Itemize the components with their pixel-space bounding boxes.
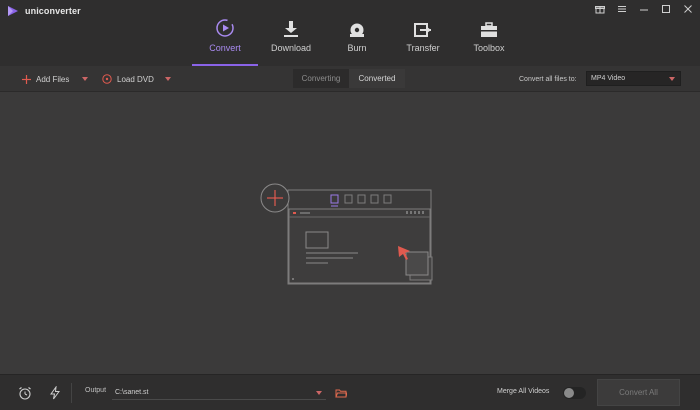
add-files-button[interactable]: Add Files	[22, 66, 89, 92]
download-icon	[284, 21, 298, 37]
tab-burn[interactable]: Burn	[324, 0, 390, 66]
tab-toolbox[interactable]: Toolbox	[456, 0, 522, 66]
burn-icon	[350, 23, 364, 37]
brand: uniconverter	[7, 5, 81, 17]
plus-icon	[22, 74, 31, 84]
chevron-down-icon[interactable]	[316, 391, 322, 395]
app-window: uniconverter Convert Download Burn Trans…	[0, 0, 700, 410]
folder-icon[interactable]	[335, 387, 347, 399]
bottom-bar: Output C:\sanet.st Merge All Videos Conv…	[0, 374, 700, 410]
title-bar: uniconverter Convert Download Burn Trans…	[0, 0, 700, 66]
load-dvd-button[interactable]: Load DVD	[102, 66, 171, 92]
tab-converting[interactable]: Converting	[293, 69, 349, 88]
convert-icon	[216, 19, 234, 37]
main-nav: Convert Download Burn Transfer Toolbox	[192, 0, 522, 66]
toolbar: Add Files Load DVD Converting Converted …	[0, 66, 700, 92]
add-files-illustration[interactable]	[258, 180, 438, 295]
tab-label: Download	[270, 43, 312, 53]
output-label: Output	[85, 387, 107, 394]
transfer-icon	[414, 23, 431, 37]
tab-label: Transfer	[406, 43, 440, 53]
maximize-icon[interactable]	[660, 3, 672, 15]
gift-icon[interactable]	[594, 3, 606, 15]
load-dvd-label: Load DVD	[117, 74, 154, 84]
output-path-field[interactable]: C:\sanet.st	[112, 385, 326, 400]
add-files-label: Add Files	[36, 74, 70, 84]
format-value: MP4 Video	[591, 75, 626, 82]
uniconverter-logo-icon	[8, 6, 18, 16]
minimize-icon[interactable]	[638, 3, 650, 15]
tab-transfer[interactable]: Transfer	[390, 0, 456, 66]
tab-label: Convert	[209, 43, 241, 53]
toggle-knob	[564, 388, 574, 398]
output-format-select[interactable]: MP4 Video	[586, 71, 681, 86]
app-name: uniconverter	[25, 6, 81, 16]
close-icon[interactable]	[682, 3, 694, 15]
window-controls	[594, 3, 694, 15]
convert-all-button[interactable]: Convert All	[597, 379, 680, 406]
menu-icon[interactable]	[616, 3, 628, 15]
tab-label: Burn	[347, 43, 367, 53]
file-list-area[interactable]	[0, 93, 700, 374]
tab-converted[interactable]: Converted	[349, 69, 405, 88]
alarm-clock-icon[interactable]	[18, 386, 32, 400]
chevron-down-icon[interactable]	[82, 77, 89, 81]
tab-download[interactable]: Download	[258, 0, 324, 66]
tab-convert[interactable]: Convert	[192, 0, 258, 66]
convert-all-to-label: Convert all files to:	[519, 75, 577, 83]
toolbox-icon	[481, 22, 497, 37]
conversion-status-tabs: Converting Converted	[293, 69, 405, 88]
chevron-down-icon[interactable]	[164, 77, 171, 81]
divider	[71, 383, 72, 403]
merge-all-videos-toggle[interactable]	[563, 387, 586, 399]
merge-all-videos-label: Merge All Videos	[497, 388, 550, 395]
output-path-value: C:\sanet.st	[115, 388, 149, 396]
tab-label: Toolbox	[473, 43, 505, 53]
lightning-icon[interactable]	[48, 386, 62, 400]
chevron-down-icon	[669, 77, 675, 81]
dvd-icon	[102, 74, 112, 84]
